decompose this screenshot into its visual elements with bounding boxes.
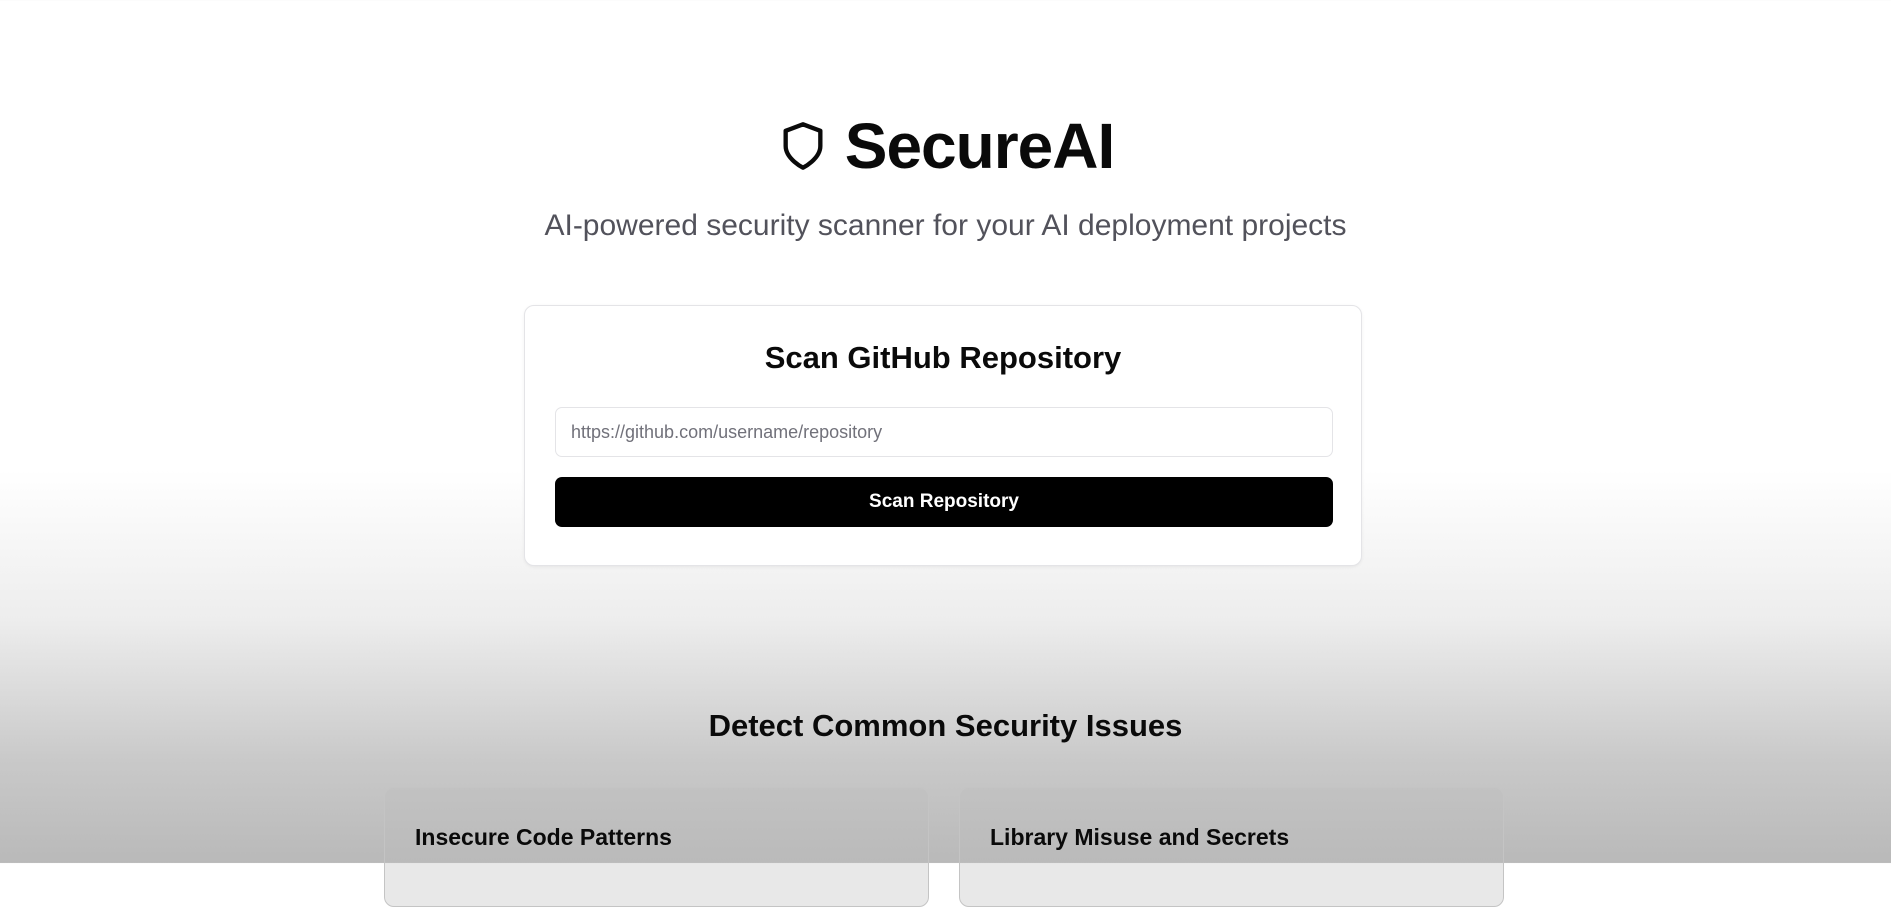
repository-url-input[interactable] [555, 407, 1333, 457]
brand: SecureAI [777, 108, 1115, 184]
hero-section: SecureAI AI-powered security scanner for… [0, 108, 1891, 244]
scan-card: Scan GitHub Repository Scan Repository [524, 305, 1362, 566]
feature-card-title: Library Misuse and Secrets [990, 824, 1290, 850]
scan-repository-button[interactable]: Scan Repository [555, 477, 1333, 527]
scan-card-title: Scan GitHub Repository [764, 340, 1122, 375]
app-title: SecureAI [844, 110, 1115, 182]
tagline: AI-powered security scanner for your AI … [544, 209, 1347, 242]
feature-card-title: Insecure Code Patterns [415, 824, 672, 850]
features-heading: Detect Common Security Issues [708, 708, 1183, 743]
shield-icon [777, 116, 829, 176]
feature-card-library-misuse: Library Misuse and Secrets [959, 787, 1504, 907]
feature-card-insecure-code: Insecure Code Patterns [384, 787, 929, 907]
